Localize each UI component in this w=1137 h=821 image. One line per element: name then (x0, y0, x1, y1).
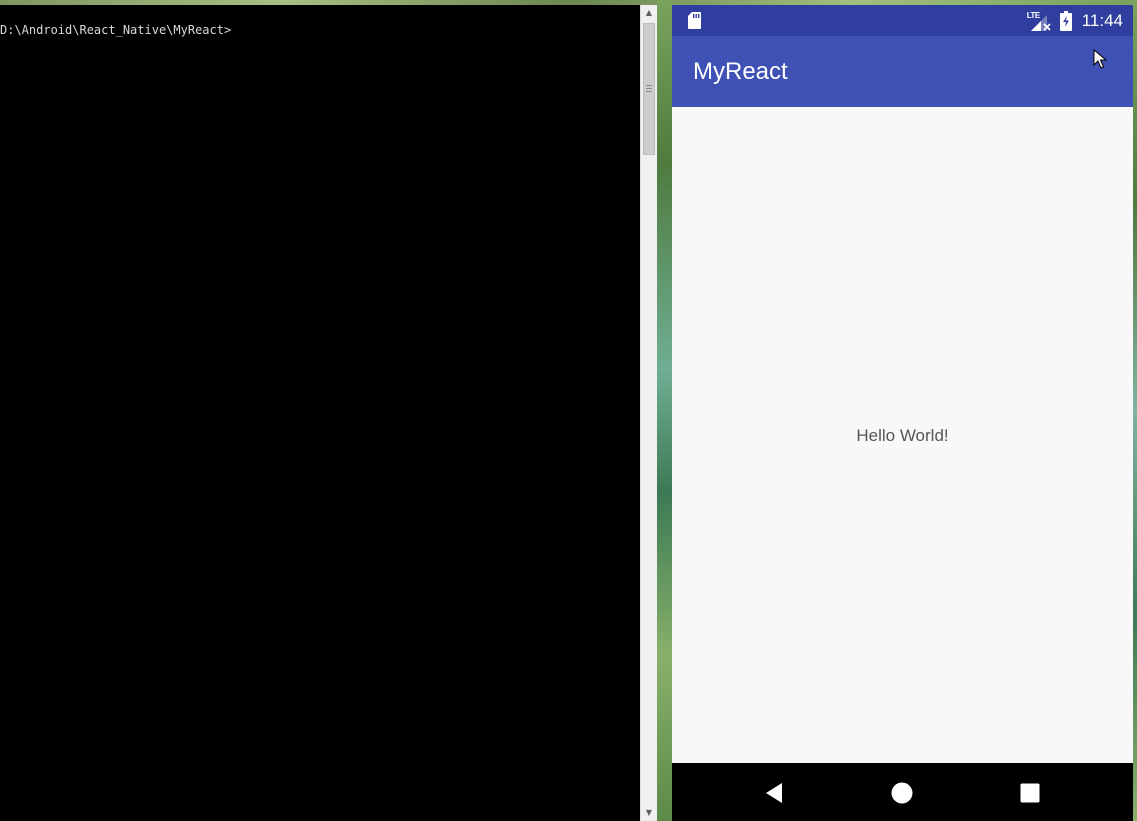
android-emulator-screen[interactable]: LTE 11:44 MyReact Hello World! (672, 5, 1133, 821)
back-icon[interactable] (762, 781, 786, 805)
command-prompt-window[interactable]: D:\Android\React_Native\MyReact> ▲ ▼ (0, 5, 657, 821)
recents-icon[interactable] (1018, 781, 1042, 805)
network-type-label: LTE (1026, 10, 1041, 20)
desktop-wallpaper-edge (1133, 0, 1137, 821)
battery-charging-icon (1059, 10, 1072, 31)
status-icons: LTE 11:44 (1027, 5, 1123, 36)
hello-world-text: Hello World! (856, 426, 949, 445)
sd-card-icon (688, 12, 701, 29)
mouse-cursor-icon (1093, 49, 1107, 69)
status-clock: 11:44 (1081, 10, 1123, 30)
scroll-grip-icon (646, 85, 652, 92)
signal-group: LTE (1027, 11, 1051, 31)
console-prompt[interactable]: D:\Android\React_Native\MyReact> (0, 23, 231, 37)
scroll-up-arrow-icon[interactable]: ▲ (641, 5, 657, 21)
status-bar: LTE 11:44 (672, 5, 1133, 36)
home-icon[interactable] (890, 781, 914, 805)
scroll-thumb[interactable] (643, 23, 655, 155)
app-bar: MyReact (672, 36, 1133, 107)
console-scrollbar[interactable]: ▲ ▼ (640, 5, 657, 821)
navigation-bar (672, 763, 1133, 821)
desktop-wallpaper-gap (657, 0, 672, 821)
app-title: MyReact (693, 58, 788, 85)
app-content: Hello World! (672, 107, 1133, 763)
scroll-down-arrow-icon[interactable]: ▼ (641, 805, 657, 821)
